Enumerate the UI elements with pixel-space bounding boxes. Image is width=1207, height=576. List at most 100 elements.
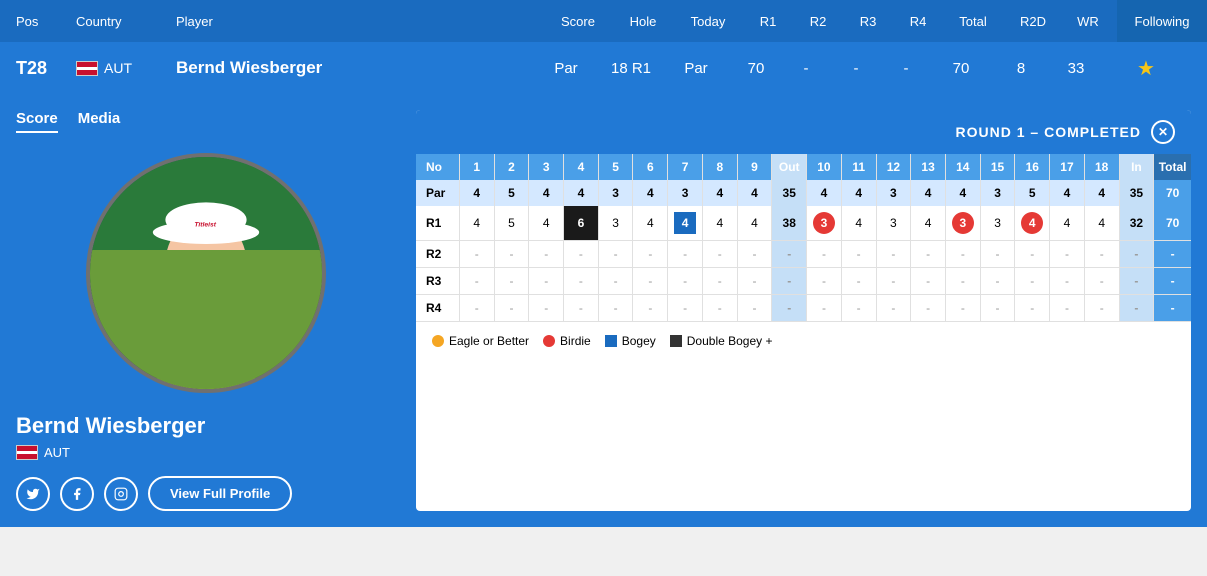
tab-bar: Score Media (16, 110, 396, 133)
par-8: 4 (702, 180, 737, 206)
r1-label: R1 (416, 206, 459, 241)
tab-media[interactable]: Media (78, 110, 121, 133)
player-following: ★ (1101, 56, 1191, 81)
header-no: No (416, 154, 459, 180)
facebook-icon[interactable] (60, 477, 94, 511)
r1-16: 4 (1015, 206, 1050, 241)
r1-16-birdie: 4 (1021, 212, 1043, 234)
player-full-name: Bernd Wiesberger (16, 413, 396, 439)
header-1: 1 (459, 154, 494, 180)
par-row: Par 4 5 4 4 3 4 3 4 4 35 4 4 3 4 4 3 (416, 180, 1191, 206)
par-out: 35 (772, 180, 807, 206)
header-in: In (1119, 154, 1154, 180)
r1-17: 4 (1050, 206, 1085, 241)
player-nationality: AUT (16, 445, 396, 460)
bogey-square (605, 335, 617, 347)
r1-3: 4 (529, 206, 564, 241)
double-bogey-square (670, 335, 682, 347)
r1-7-bogey: 4 (674, 212, 696, 234)
par-15: 3 (980, 180, 1015, 206)
player-hole: 18 R1 (601, 60, 661, 77)
header-16: 16 (1015, 154, 1050, 180)
scorecard-table: No 1 2 3 4 5 6 7 8 9 Out 10 11 12 13 14 (416, 154, 1191, 321)
header-today: Today (673, 14, 743, 29)
header-hole: Hole (613, 14, 673, 29)
par-3: 4 (529, 180, 564, 206)
r1-14-birdie: 3 (952, 212, 974, 234)
player-score: Par (531, 60, 601, 77)
player-photo-placeholder: Titleist (90, 157, 322, 389)
header-player: Player (176, 14, 543, 29)
header-r1: R1 (743, 14, 793, 29)
header-score: Score (543, 14, 613, 29)
r1-row: R1 4 5 4 6 3 4 4 4 4 38 3 4 3 4 3 3 (416, 206, 1191, 241)
header-r3: R3 (843, 14, 893, 29)
r1-1: 4 (459, 206, 494, 241)
svg-text:Titleist: Titleist (194, 222, 216, 229)
r3-row: R3 - - - - - - - - - - - - - - - - (416, 268, 1191, 295)
header-7: 7 (668, 154, 703, 180)
par-label: Par (416, 180, 459, 206)
legend-bogey: Bogey (605, 334, 656, 348)
header-6: 6 (633, 154, 668, 180)
header-8: 8 (702, 154, 737, 180)
par-11: 4 (841, 180, 876, 206)
par-5: 3 (598, 180, 633, 206)
r1-18: 4 (1084, 206, 1119, 241)
player-total: 70 (931, 60, 991, 77)
par-2: 5 (494, 180, 529, 206)
header-3: 3 (529, 154, 564, 180)
r1-6: 4 (633, 206, 668, 241)
header-14: 14 (945, 154, 980, 180)
player-today: Par (661, 60, 731, 77)
flag-austria-card (16, 445, 38, 460)
r2-row: R2 - - - - - - - - - - - - - - - - (416, 241, 1191, 268)
round-header: ROUND 1 – COMPLETED ✕ (416, 110, 1191, 154)
eagle-label: Eagle or Better (449, 334, 529, 348)
par-18: 4 (1084, 180, 1119, 206)
par-10: 4 (807, 180, 842, 206)
par-4: 4 (564, 180, 599, 206)
score-legend: Eagle or Better Birdie Bogey Double Boge… (416, 321, 1191, 360)
r1-12: 3 (876, 206, 911, 241)
header-r2: R2 (793, 14, 843, 29)
r1-in: 32 (1119, 206, 1154, 241)
scorecard-panel: ROUND 1 – COMPLETED ✕ No 1 2 3 4 5 6 7 8… (416, 110, 1191, 511)
legend-eagle: Eagle or Better (432, 334, 529, 348)
nationality-code: AUT (44, 445, 70, 460)
header-following: Following (1117, 0, 1207, 42)
bogey-label: Bogey (622, 334, 656, 348)
par-14: 4 (945, 180, 980, 206)
par-total: 70 (1154, 180, 1191, 206)
par-16: 5 (1015, 180, 1050, 206)
r4-row: R4 - - - - - - - - - - - - - - - - (416, 295, 1191, 322)
player-wr: 33 (1051, 60, 1101, 77)
player-r2d: 8 (991, 60, 1051, 77)
r1-5: 3 (598, 206, 633, 241)
header-12: 12 (876, 154, 911, 180)
player-name-header: Bernd Wiesberger (176, 58, 531, 78)
header-13: 13 (911, 154, 946, 180)
par-1: 4 (459, 180, 494, 206)
player-r4: - (881, 60, 931, 77)
following-star-icon[interactable]: ★ (1137, 58, 1155, 80)
r1-out: 38 (772, 206, 807, 241)
eagle-dot (432, 335, 444, 347)
legend-double-bogey: Double Bogey + (670, 334, 773, 348)
header-18: 18 (1084, 154, 1119, 180)
r4-label: R4 (416, 295, 459, 322)
view-profile-button[interactable]: View Full Profile (148, 476, 292, 511)
round-title: ROUND 1 – COMPLETED (956, 124, 1141, 140)
header-pos: Pos (16, 14, 76, 29)
tab-score[interactable]: Score (16, 110, 58, 133)
close-button[interactable]: ✕ (1151, 120, 1175, 144)
par-in: 35 (1119, 180, 1154, 206)
player-row: T28 AUT Bernd Wiesberger Par 18 R1 Par 7… (0, 42, 1207, 94)
scorecard-header-row: No 1 2 3 4 5 6 7 8 9 Out 10 11 12 13 14 (416, 154, 1191, 180)
r1-11: 4 (841, 206, 876, 241)
twitter-icon[interactable] (16, 477, 50, 511)
par-17: 4 (1050, 180, 1085, 206)
r1-10-birdie: 3 (813, 212, 835, 234)
instagram-icon[interactable] (104, 477, 138, 511)
header-total: Total (943, 14, 1003, 29)
